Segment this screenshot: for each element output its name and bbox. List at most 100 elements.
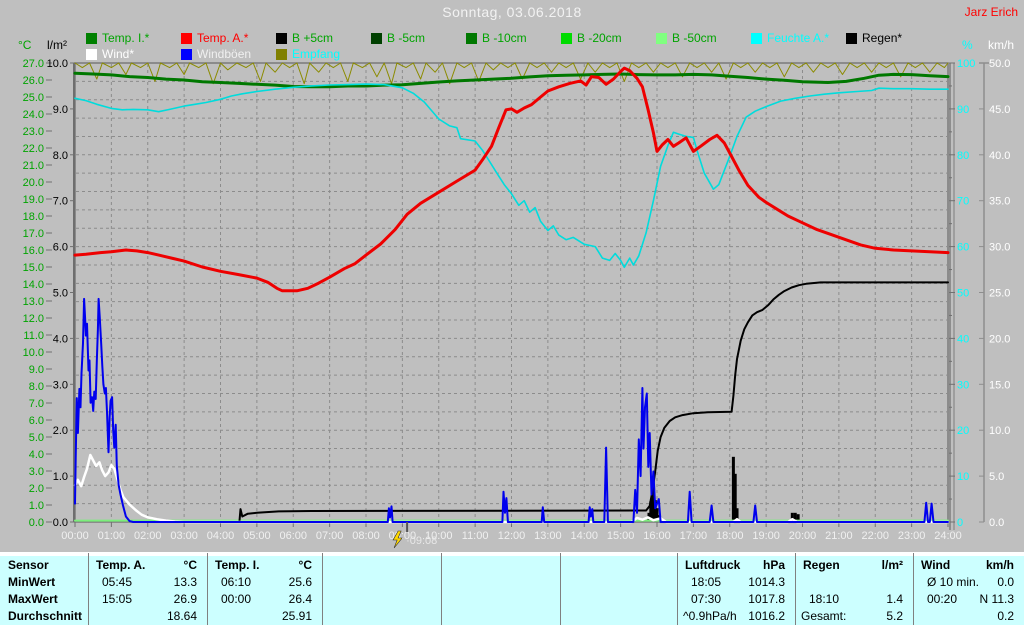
table-separator — [795, 553, 796, 625]
svg-text:21:00: 21:00 — [825, 530, 853, 542]
svg-text:24:00: 24:00 — [934, 530, 962, 542]
svg-text:15.0: 15.0 — [23, 262, 44, 274]
table-separator — [677, 553, 678, 625]
svg-text:5.0: 5.0 — [29, 432, 44, 444]
svg-text:19:00: 19:00 — [752, 530, 780, 542]
svg-text:20.0: 20.0 — [989, 333, 1010, 345]
svg-text:12:00: 12:00 — [498, 530, 526, 542]
svg-text:10.0: 10.0 — [989, 425, 1010, 437]
event-time-label: ·09:08 — [406, 535, 437, 547]
svg-text:15:00: 15:00 — [607, 530, 635, 542]
svg-text:11.0: 11.0 — [23, 330, 44, 342]
svg-text:04:00: 04:00 — [207, 530, 235, 542]
svg-text:24.0: 24.0 — [23, 109, 44, 121]
max-value: 1017.8 — [748, 592, 785, 606]
svg-text:4.0: 4.0 — [29, 449, 44, 461]
svg-text:1.0: 1.0 — [29, 500, 44, 512]
svg-text:06:00: 06:00 — [279, 530, 307, 542]
svg-text:40: 40 — [957, 333, 969, 345]
table-separator — [441, 553, 442, 625]
svg-text:4.0: 4.0 — [53, 333, 68, 345]
svg-text:10.0: 10.0 — [47, 58, 68, 70]
max-value: N 11.3 — [979, 592, 1014, 606]
svg-text:20.0: 20.0 — [23, 177, 44, 189]
svg-text:30.0: 30.0 — [989, 242, 1010, 254]
row-header: Sensor — [8, 558, 49, 572]
col-unit: °C — [183, 558, 197, 572]
svg-text:01:00: 01:00 — [98, 530, 126, 542]
svg-text:0.0: 0.0 — [989, 517, 1004, 529]
svg-text:19.0: 19.0 — [23, 194, 44, 206]
svg-text:45.0: 45.0 — [989, 104, 1010, 116]
svg-text:18:00: 18:00 — [716, 530, 744, 542]
svg-text:3.0: 3.0 — [29, 466, 44, 478]
col-unit: km/h — [985, 558, 1014, 572]
svg-text:5.0: 5.0 — [53, 288, 68, 300]
svg-text:15.0: 15.0 — [989, 379, 1010, 391]
svg-text:08:00: 08:00 — [352, 530, 380, 542]
svg-text:25.0: 25.0 — [989, 288, 1010, 300]
svg-text:11:00: 11:00 — [462, 530, 489, 542]
col-unit: °C — [298, 558, 312, 572]
svg-text:1.0: 1.0 — [53, 471, 68, 483]
svg-text:13.0: 13.0 — [23, 296, 44, 308]
series-wind — [73, 453, 950, 524]
svg-text:26.0: 26.0 — [23, 75, 44, 87]
svg-text:03:00: 03:00 — [170, 530, 198, 542]
svg-text:17.0: 17.0 — [23, 228, 44, 240]
max-value: 26.9 — [173, 592, 197, 606]
row-header: MaxWert — [8, 592, 58, 606]
svg-text:70: 70 — [957, 196, 969, 208]
svg-text:40.0: 40.0 — [989, 150, 1010, 162]
svg-text:80: 80 — [957, 150, 969, 162]
min-value: 25.6 — [288, 575, 312, 589]
svg-text:10: 10 — [957, 471, 969, 483]
svg-text:20: 20 — [957, 425, 969, 437]
svg-text:50: 50 — [957, 288, 969, 300]
svg-text:100: 100 — [957, 58, 975, 70]
svg-text:13:00: 13:00 — [534, 530, 562, 542]
stats-table: Sensor MinWert MaxWert Durchschnitt Temp. A.… — [0, 553, 1024, 625]
svg-text:17:00: 17:00 — [680, 530, 708, 542]
svg-text:14:00: 14:00 — [570, 530, 598, 542]
table-separator — [88, 553, 89, 625]
svg-text:30: 30 — [957, 379, 969, 391]
svg-text:22.0: 22.0 — [23, 143, 44, 155]
svg-text:21.0: 21.0 — [23, 160, 44, 172]
svg-text:14.0: 14.0 — [23, 279, 44, 291]
table-separator — [207, 553, 208, 625]
max-value: 26.4 — [288, 592, 312, 606]
svg-text:0: 0 — [957, 517, 963, 529]
row-header: Durchschnitt — [8, 609, 83, 623]
svg-text:20:00: 20:00 — [789, 530, 817, 542]
svg-text:02:00: 02:00 — [134, 530, 162, 542]
min-value: 13.3 — [173, 575, 197, 589]
svg-text:23.0: 23.0 — [23, 126, 44, 138]
col-unit: l/m² — [881, 558, 903, 572]
svg-text:18.0: 18.0 — [23, 211, 44, 223]
svg-text:60: 60 — [957, 242, 969, 254]
svg-text:7.0: 7.0 — [53, 196, 68, 208]
series-windb-en — [74, 297, 949, 523]
avg-value: 1016.2 — [748, 609, 785, 623]
avg-value: 25.91 — [281, 609, 312, 623]
svg-text:50.0: 50.0 — [989, 58, 1010, 70]
svg-text:7.0: 7.0 — [29, 398, 44, 410]
svg-text:27.0: 27.0 — [23, 58, 44, 70]
col-unit: hPa — [762, 558, 785, 572]
svg-text:2.0: 2.0 — [53, 425, 68, 437]
svg-text:90: 90 — [957, 104, 969, 116]
svg-text:2.0: 2.0 — [29, 483, 44, 495]
svg-text:5.0: 5.0 — [989, 471, 1004, 483]
svg-text:6.0: 6.0 — [29, 415, 44, 427]
svg-text:3.0: 3.0 — [53, 379, 68, 391]
svg-text:16:00: 16:00 — [643, 530, 671, 542]
svg-text:12.0: 12.0 — [23, 313, 44, 325]
svg-text:10.0: 10.0 — [23, 347, 44, 359]
svg-text:35.0: 35.0 — [989, 196, 1010, 208]
svg-text:6.0: 6.0 — [53, 242, 68, 254]
svg-text:8.0: 8.0 — [53, 150, 68, 162]
svg-text:00:00: 00:00 — [61, 530, 89, 542]
table-separator — [913, 553, 914, 625]
avg-value: 18.64 — [166, 609, 197, 623]
